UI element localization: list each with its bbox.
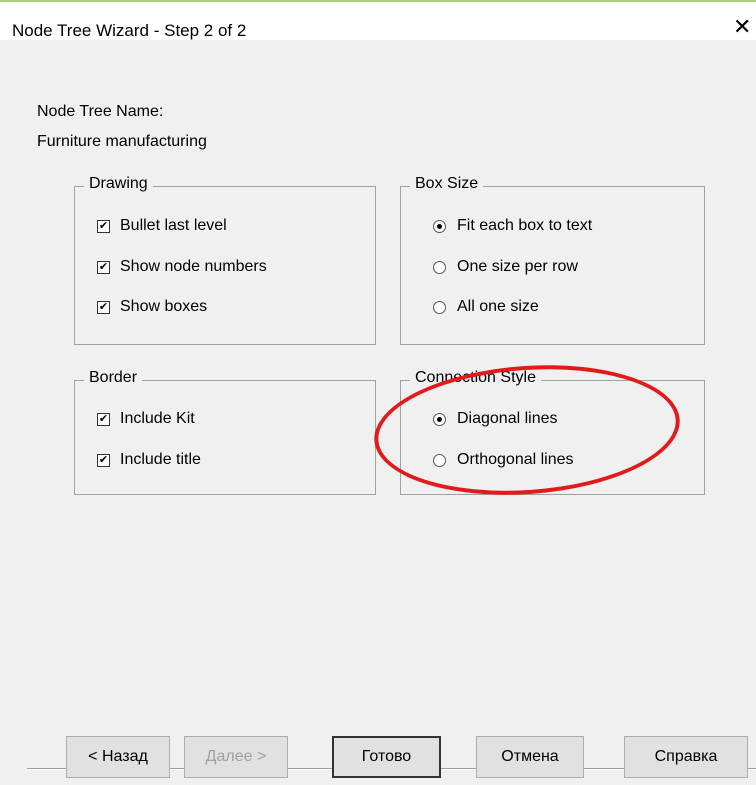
radio-circle	[433, 412, 446, 426]
show-node-numbers-label: Show node numbers	[120, 258, 267, 275]
window-title: Node Tree Wizard - Step 2 of 2	[12, 21, 247, 40]
radio-dot	[437, 223, 442, 229]
back-button[interactable]: < Назад	[66, 736, 170, 778]
check-icon: ✔	[98, 219, 109, 232]
connection-style-legend: Connection Style	[410, 369, 541, 387]
include-kit-label: Include Kit	[120, 410, 195, 427]
checkbox-box: ✔	[97, 219, 110, 233]
checkbox-box: ✔	[97, 300, 110, 314]
include-title-checkbox[interactable]: ✔ Include title	[97, 451, 201, 469]
radio-circle	[433, 453, 446, 467]
next-button[interactable]: Далее >	[184, 736, 288, 778]
node-tree-name-value: Furniture manufacturing	[37, 133, 207, 150]
show-boxes-checkbox[interactable]: ✔ Show boxes	[97, 298, 207, 316]
check-icon: ✔	[98, 412, 109, 425]
orthogonal-lines-radio[interactable]: Orthogonal lines	[433, 451, 574, 469]
radio-circle	[433, 300, 446, 314]
bullet-last-level-checkbox[interactable]: ✔ Bullet last level	[97, 217, 227, 235]
show-boxes-label: Show boxes	[120, 298, 208, 315]
diagonal-lines-radio[interactable]: Diagonal lines	[433, 410, 558, 428]
check-icon: ✔	[98, 453, 109, 466]
include-kit-checkbox[interactable]: ✔ Include Kit	[97, 410, 195, 428]
border-legend: Border	[84, 369, 143, 387]
title-bar: Node Tree Wizard - Step 2 of 2 ✕	[0, 0, 756, 40]
one-size-per-row-radio[interactable]: One size per row	[433, 258, 578, 276]
all-one-size-label: All one size	[457, 298, 539, 315]
node-tree-name-label: Node Tree Name:	[37, 103, 164, 120]
diagonal-lines-label: Diagonal lines	[457, 410, 558, 427]
checkbox-box: ✔	[97, 453, 110, 467]
fit-each-box-radio[interactable]: Fit each box to text	[433, 217, 592, 235]
all-one-size-radio[interactable]: All one size	[433, 298, 539, 316]
checkbox-box: ✔	[97, 412, 110, 426]
show-node-numbers-checkbox[interactable]: ✔ Show node numbers	[97, 258, 267, 276]
finish-button[interactable]: Готово	[332, 736, 441, 778]
orthogonal-lines-label: Orthogonal lines	[457, 451, 574, 468]
close-icon[interactable]: ✕	[733, 17, 751, 39]
radio-circle	[433, 260, 446, 274]
connection-style-group: Connection Style	[400, 369, 705, 495]
radio-circle	[433, 219, 446, 233]
title-accent-line	[0, 0, 756, 2]
fit-each-box-label: Fit each box to text	[457, 217, 593, 234]
check-icon: ✔	[98, 260, 109, 273]
radio-dot	[437, 416, 442, 422]
drawing-legend: Drawing	[84, 175, 153, 193]
check-icon: ✔	[98, 300, 109, 313]
border-group: Border	[74, 369, 376, 495]
help-button[interactable]: Справка	[624, 736, 748, 778]
checkbox-box: ✔	[97, 260, 110, 274]
bullet-last-level-label: Bullet last level	[120, 217, 227, 234]
one-size-per-row-label: One size per row	[457, 258, 578, 275]
include-title-label: Include title	[120, 451, 201, 468]
cancel-button[interactable]: Отмена	[476, 736, 584, 778]
box-size-legend: Box Size	[410, 175, 484, 193]
